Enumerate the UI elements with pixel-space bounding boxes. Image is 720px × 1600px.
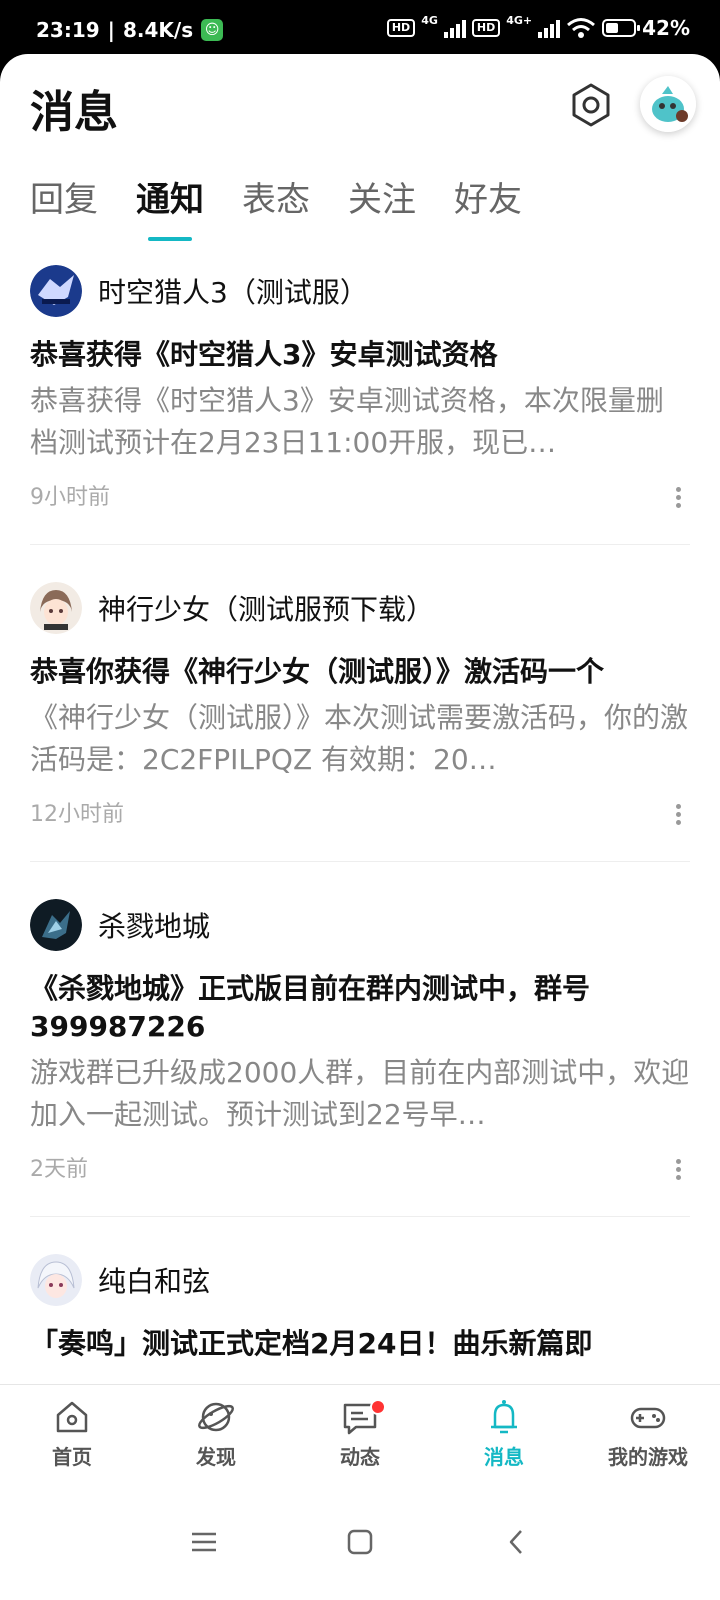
notification-footer: 9小时前 xyxy=(30,478,690,518)
network-speed: 8.4K/s xyxy=(122,18,194,42)
timestamp: 9小时前 xyxy=(30,485,110,510)
square-icon xyxy=(347,1529,373,1555)
network-type: 4G+ xyxy=(506,13,533,27)
battery-level: 42% xyxy=(642,16,690,40)
discover-icon xyxy=(198,1402,234,1432)
more-options-button[interactable] xyxy=(666,1156,690,1184)
nav-messages[interactable]: 消息 xyxy=(432,1385,576,1483)
notification-title: 恭喜获得《时空猎人3》安卓测试资格 xyxy=(30,338,498,371)
tab-follows[interactable]: 关注 xyxy=(348,172,416,241)
notification-app-icon: ☺ xyxy=(201,19,224,41)
nav-label: 消息 xyxy=(484,1445,524,1469)
notification-footer: 2天前 xyxy=(30,1150,690,1190)
notification-header: 杀戮地城 xyxy=(30,894,690,956)
tab-reactions[interactable]: 表态 xyxy=(242,172,310,241)
notification-title: 「奏鸣」测试正式定档2月24日！曲乐新篇即 xyxy=(30,1327,593,1360)
tab-replies[interactable]: 回复 xyxy=(30,172,98,241)
status-left: 23:19 | 8.4K/s ☺ xyxy=(36,18,224,42)
game-avatar[interactable] xyxy=(30,1254,82,1306)
notification-body: 《神行少女（测试服）》本次测试需要激活码，你的激活码是：2C2FPILPQZ 有… xyxy=(30,701,689,776)
signal-icon xyxy=(443,18,466,38)
hd-badge: HD xyxy=(386,19,416,37)
nav-discover[interactable]: 发现 xyxy=(144,1385,288,1483)
game-logo-image xyxy=(30,265,82,317)
notification-item[interactable]: 纯白和弦 「奏鸣」测试正式定档2月24日！曲乐新篇即 xyxy=(30,1243,690,1390)
bottom-nav: 首页 发现 动态 消息 我的游戏 xyxy=(0,1384,720,1483)
nav-my-games[interactable]: 我的游戏 xyxy=(576,1385,720,1483)
notification-header: 神行少女（测试服预下载） xyxy=(30,577,690,639)
hd-badge: HD xyxy=(471,19,501,37)
status-right: HD 4G HD 4G+ 42% xyxy=(386,13,690,40)
notification-item[interactable]: 神行少女（测试服预下载） 恭喜你获得《神行少女（测试服）》激活码一个 《神行少女… xyxy=(30,571,690,862)
nav-label: 动态 xyxy=(340,1445,380,1469)
game-name[interactable]: 纯白和弦 xyxy=(98,1260,210,1300)
nav-home[interactable]: 首页 xyxy=(0,1385,144,1483)
system-nav-bar xyxy=(0,1484,720,1600)
notification-body: 游戏群已升级成2000人群，目前在内部测试中，欢迎加入一起测试。预计测试到22号… xyxy=(30,1056,690,1131)
notification-title: 恭喜你获得《神行少女（测试服）》激活码一个 xyxy=(30,655,605,688)
page-title: 消息 xyxy=(30,87,118,138)
home-icon xyxy=(56,1401,88,1433)
tab-friends[interactable]: 好友 xyxy=(454,172,522,241)
game-logo-image xyxy=(30,582,82,634)
app-window: 消息 回复 通知 表态 关注 好友 时空猎人3（测试服） 恭喜获得《时空猎人3》… xyxy=(0,54,720,1600)
home-button[interactable] xyxy=(342,1524,378,1560)
notification-header: 时空猎人3（测试服） xyxy=(30,260,690,322)
notification-item[interactable]: 时空猎人3（测试服） 恭喜获得《时空猎人3》安卓测试资格 恭喜获得《时空猎人3》… xyxy=(30,254,690,545)
nav-label: 发现 xyxy=(196,1445,236,1469)
notification-footer: 12小时前 xyxy=(30,795,690,835)
timestamp: 12小时前 xyxy=(30,802,124,827)
bell-icon xyxy=(491,1400,517,1434)
game-logo-image xyxy=(30,1254,82,1306)
game-logo-image xyxy=(30,899,82,951)
network-type: 4G xyxy=(421,13,438,27)
back-icon xyxy=(509,1530,522,1554)
notification-header: 纯白和弦 xyxy=(30,1249,690,1311)
back-button[interactable] xyxy=(498,1524,534,1560)
tab-notifications[interactable]: 通知 xyxy=(136,172,204,241)
notification-title: 《杀戮地城》正式版目前在群内测试中，群号399987226 xyxy=(30,972,591,1043)
settings-button[interactable] xyxy=(568,82,614,128)
tab-bar: 回复 通知 表态 关注 好友 xyxy=(30,172,522,241)
gear-icon xyxy=(572,83,610,127)
game-name[interactable]: 神行少女（测试服预下载） xyxy=(98,588,434,628)
notification-badge xyxy=(370,1399,386,1415)
notification-body: 恭喜获得《时空猎人3》安卓测试资格，本次限量删档测试预计在2月23日11:00开… xyxy=(30,384,664,459)
game-name[interactable]: 时空猎人3（测试服） xyxy=(98,271,368,311)
notification-list: 时空猎人3（测试服） 恭喜获得《时空猎人3》安卓测试资格 恭喜获得《时空猎人3》… xyxy=(30,254,690,1416)
nav-label: 首页 xyxy=(52,1445,92,1469)
nav-moments[interactable]: 动态 xyxy=(288,1385,432,1483)
timestamp: 2天前 xyxy=(30,1157,88,1182)
nav-label: 我的游戏 xyxy=(608,1445,688,1469)
recents-button[interactable] xyxy=(186,1524,222,1560)
gamepad-icon xyxy=(630,1407,666,1429)
wifi-icon xyxy=(567,18,596,38)
user-avatar[interactable] xyxy=(640,76,696,132)
more-options-button[interactable] xyxy=(666,484,690,512)
avatar-image xyxy=(640,76,696,132)
menu-icon xyxy=(192,1532,216,1552)
game-name[interactable]: 杀戮地城 xyxy=(98,905,210,945)
game-avatar[interactable] xyxy=(30,265,82,317)
status-bar: 23:19 | 8.4K/s ☺ HD 4G HD 4G+ 42% xyxy=(0,0,720,62)
notification-item[interactable]: 杀戮地城 《杀戮地城》正式版目前在群内测试中，群号399987226 游戏群已升… xyxy=(30,888,690,1217)
battery-icon xyxy=(602,19,641,37)
signal-icon xyxy=(538,18,561,38)
game-avatar[interactable] xyxy=(30,899,82,951)
clock: 23:19 xyxy=(36,18,100,42)
more-options-button[interactable] xyxy=(666,801,690,829)
game-avatar[interactable] xyxy=(30,582,82,634)
